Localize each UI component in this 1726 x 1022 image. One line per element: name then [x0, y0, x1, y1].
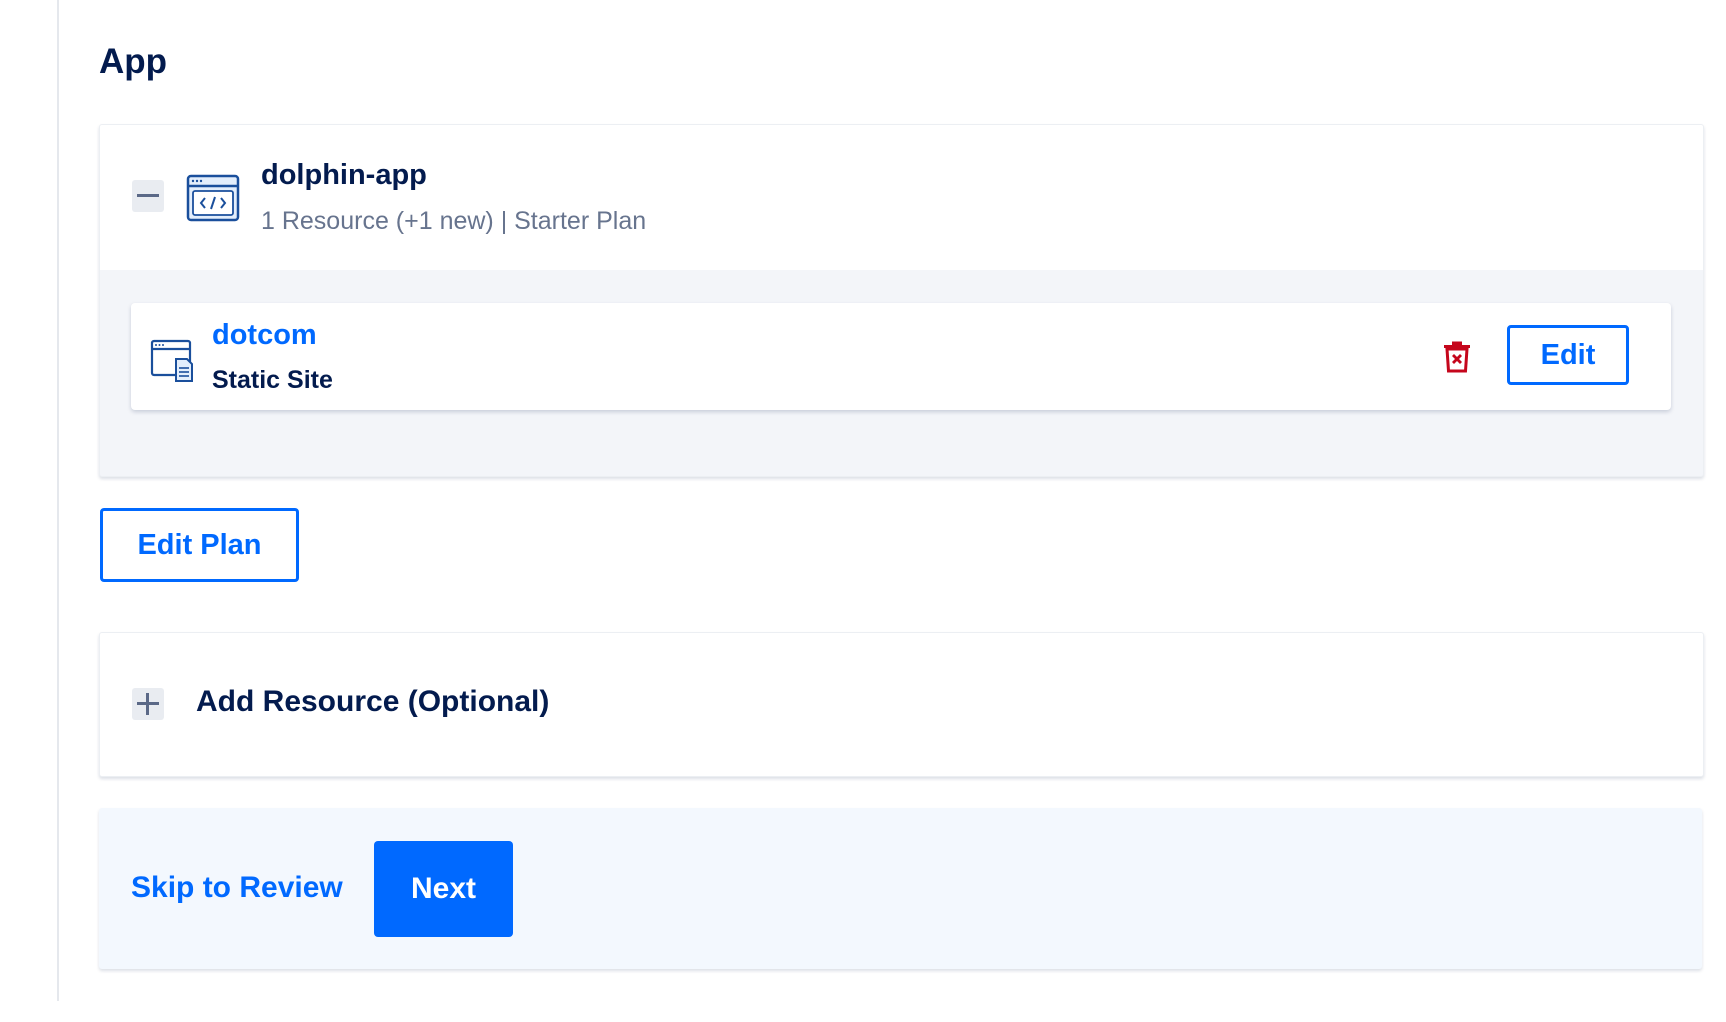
add-resource-label: Add Resource (Optional) — [196, 685, 550, 718]
skip-to-review-link[interactable]: Skip to Review — [131, 871, 343, 905]
left-divider — [57, 0, 59, 1001]
collapse-toggle[interactable] — [132, 180, 164, 212]
component-type: Static Site — [212, 366, 333, 394]
component-name-link[interactable]: dotcom — [212, 319, 317, 352]
footer-actions: Skip to Review Next — [99, 808, 1702, 969]
section-title: App — [99, 42, 168, 81]
static-site-icon — [150, 339, 193, 382]
trash-icon[interactable] — [1443, 341, 1471, 373]
add-resource-card[interactable]: Add Resource (Optional) — [99, 632, 1704, 777]
edit-component-button[interactable]: Edit — [1507, 325, 1629, 385]
edit-plan-button[interactable]: Edit Plan — [100, 508, 299, 582]
app-meta: 1 Resource (+1 new) | Starter Plan — [261, 207, 647, 235]
app-card: dolphin-app 1 Resource (+1 new) | Starte… — [99, 124, 1704, 477]
next-button[interactable]: Next — [374, 841, 513, 937]
app-name: dolphin-app — [261, 159, 427, 191]
expand-toggle[interactable] — [132, 688, 164, 720]
app-header[interactable]: dolphin-app 1 Resource (+1 new) | Starte… — [100, 125, 1703, 270]
component-row: dotcom Static Site Edit — [131, 303, 1671, 410]
page: App dolphin-app 1 Resource (+1 new) | St… — [0, 0, 1726, 1022]
code-window-icon — [186, 174, 240, 222]
